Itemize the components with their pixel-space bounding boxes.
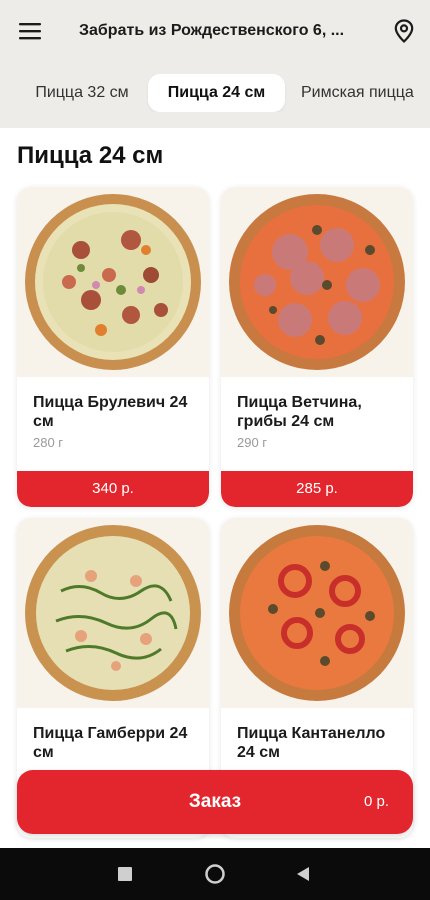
pickup-address[interactable]: Забрать из Рождественского 6, ... — [60, 22, 378, 40]
add-to-cart-button[interactable]: 285 р. — [221, 471, 413, 507]
order-button[interactable]: Заказ 0 р. — [17, 770, 413, 834]
order-total: 0 р. — [363, 793, 389, 810]
pizza-brulevich-image — [17, 187, 209, 377]
product-name: Пицца Гамберри 24 см — [33, 725, 188, 761]
location-button[interactable] — [378, 8, 430, 54]
pizza-gamberri-image — [17, 518, 209, 708]
category-tabs: Пицца 32 см Пицца 24 см Римская пицца — [0, 74, 430, 112]
home-icon — [205, 864, 225, 884]
tab-pizza-24[interactable]: Пицца 24 см — [148, 74, 285, 112]
product-weight: 290 г — [237, 435, 268, 450]
recent-apps-button[interactable] — [111, 860, 139, 888]
tab-roman-pizza[interactable]: Римская пицца — [289, 74, 430, 112]
product-name: Пицца Брулевич 24 см — [33, 394, 188, 430]
menu-button[interactable] — [0, 8, 60, 54]
order-label: Заказ — [188, 791, 242, 812]
section-title: Пицца 24 см — [17, 142, 164, 169]
recent-apps-icon — [118, 867, 132, 881]
product-name: Пицца Ветчина, грибы 24 см — [237, 394, 362, 430]
home-button[interactable] — [201, 860, 229, 888]
hamburger-menu-icon — [19, 23, 41, 40]
top-app-bar: Забрать из Рождественского 6, ... Пицца … — [0, 0, 430, 128]
product-name: Пицца Кантанелло 24 см — [237, 725, 386, 761]
back-icon — [297, 867, 309, 881]
header: Забрать из Рождественского 6, ... — [0, 8, 430, 54]
product-card[interactable]: Пицца Ветчина, грибы 24 см 290 г 285 р. — [221, 187, 413, 507]
map-pin-icon — [394, 19, 414, 43]
add-to-cart-button[interactable]: 340 р. — [17, 471, 209, 507]
pizza-cantanello-image — [221, 518, 413, 708]
system-navigation-bar — [0, 848, 430, 900]
product-weight: 280 г — [33, 435, 64, 450]
product-card[interactable]: Пицца Брулевич 24 см 280 г 340 р. — [17, 187, 209, 507]
back-button[interactable] — [289, 860, 317, 888]
tab-pizza-32[interactable]: Пицца 32 см — [18, 74, 146, 112]
pizza-ham-mushrooms-image — [221, 187, 413, 377]
